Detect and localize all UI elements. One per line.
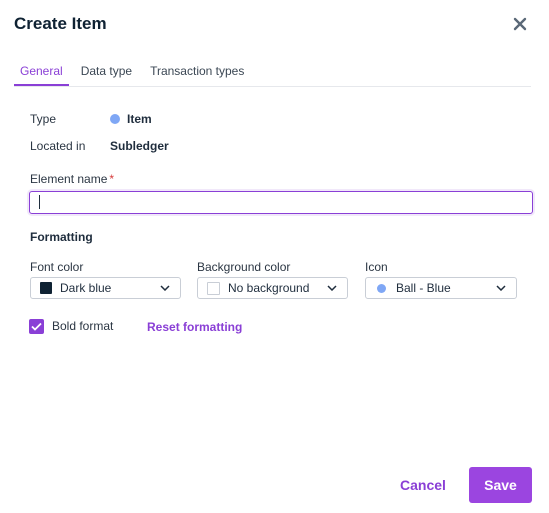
bold-format-label: Bold format	[52, 319, 114, 333]
ball-blue-icon	[377, 283, 386, 293]
cancel-button[interactable]: Cancel	[392, 470, 454, 500]
checkmark-icon	[31, 322, 42, 331]
chevron-down-icon	[495, 282, 507, 294]
item-dot-icon	[110, 114, 120, 124]
element-name-label-text: Element name	[30, 172, 108, 186]
font-color-select[interactable]: Dark blue	[30, 277, 181, 299]
element-name-input[interactable]	[29, 191, 533, 214]
located-in-value: Subledger	[110, 139, 169, 153]
close-icon[interactable]	[509, 13, 531, 35]
background-color-label: Background color	[197, 260, 291, 274]
save-button[interactable]: Save	[469, 467, 532, 503]
background-color-swatch	[207, 281, 220, 295]
tab-transaction-types[interactable]: Transaction types	[144, 58, 250, 85]
chevron-down-icon	[159, 282, 171, 294]
icon-value: Ball - Blue	[396, 281, 451, 295]
type-value-text: Item	[127, 112, 152, 126]
element-name-label: Element name *	[30, 172, 114, 186]
font-color-value: Dark blue	[60, 281, 112, 295]
chevron-down-icon	[326, 282, 338, 294]
required-mark: *	[109, 172, 115, 186]
bold-format-checkbox[interactable]	[29, 319, 44, 334]
tab-bar: General Data type Transaction types	[14, 58, 531, 87]
formatting-title: Formatting	[30, 230, 93, 244]
font-color-label: Font color	[30, 260, 84, 274]
type-value: Item	[110, 112, 152, 126]
type-label: Type	[30, 112, 57, 126]
icon-label: Icon	[365, 260, 388, 274]
create-item-dialog: Create Item General Data type Transactio…	[0, 0, 549, 513]
located-in-label: Located in	[30, 139, 86, 153]
tab-general[interactable]: General	[14, 58, 69, 86]
text-caret	[39, 195, 40, 209]
reset-formatting-link[interactable]: Reset formatting	[147, 320, 242, 334]
tab-data-type[interactable]: Data type	[75, 58, 138, 85]
background-color-value: No background	[228, 281, 310, 295]
background-color-select[interactable]: No background	[197, 277, 348, 299]
dialog-title: Create Item	[14, 14, 107, 33]
icon-select[interactable]: Ball - Blue	[365, 277, 517, 299]
font-color-swatch	[40, 282, 52, 294]
